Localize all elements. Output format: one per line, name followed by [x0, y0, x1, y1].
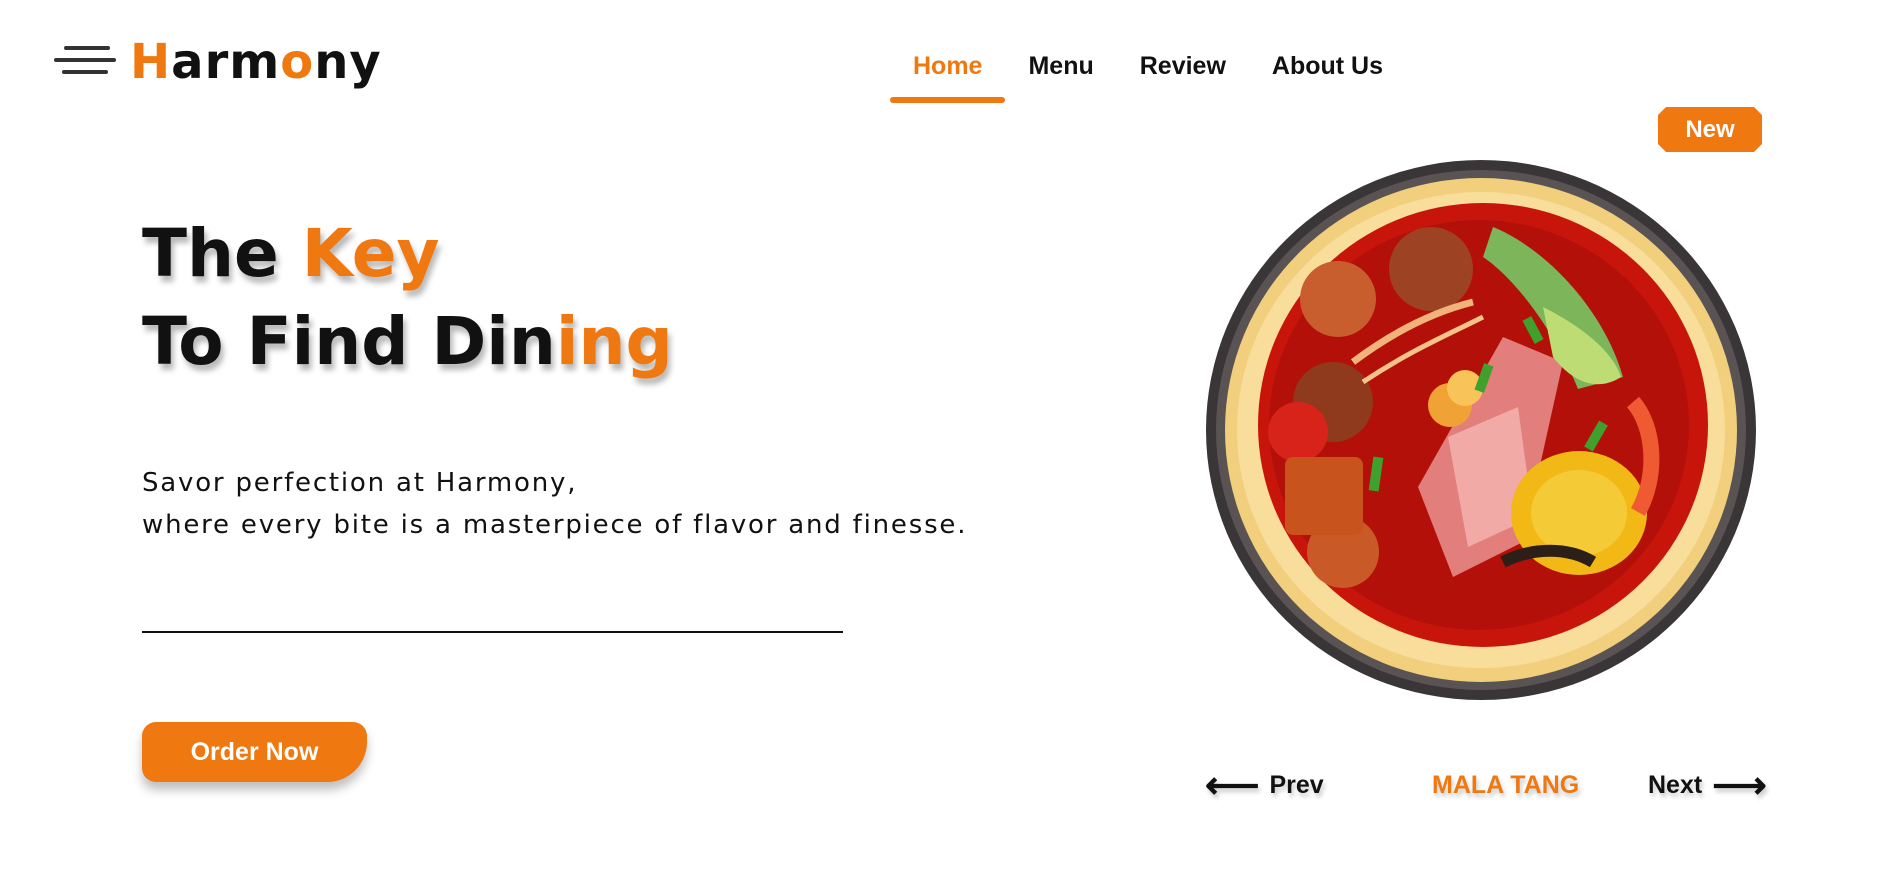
hamburger-line	[54, 58, 116, 62]
order-now-button[interactable]: Order Now	[142, 722, 367, 782]
brand-logo[interactable]: Harmony	[130, 34, 382, 90]
nav-review[interactable]: Review	[1117, 52, 1249, 103]
mala-tang-bowl-image	[1206, 160, 1756, 700]
nav-home[interactable]: Home	[890, 52, 1006, 103]
hero-title-text: The	[142, 215, 302, 292]
hero-title-accent: Key	[301, 215, 440, 292]
hero-title: The Key To Find Dining	[142, 210, 673, 386]
hero-title-accent: ing	[555, 303, 673, 380]
hero-title-text: To Find Din	[142, 303, 556, 380]
hero-divider	[142, 631, 843, 633]
hamburger-line	[62, 70, 108, 74]
logo-letters: arm	[171, 34, 281, 90]
nav-about-us[interactable]: About Us	[1249, 52, 1406, 103]
dish-name: MALA TANG	[1432, 771, 1580, 799]
hamburger-menu-icon[interactable]	[54, 46, 116, 80]
next-button[interactable]: Next ⟶	[1648, 764, 1767, 807]
hero-title-line2: To Find Dining	[142, 303, 673, 380]
nav-menu[interactable]: Menu	[1005, 52, 1116, 103]
next-label: Next	[1648, 771, 1703, 799]
hamburger-line	[64, 46, 110, 50]
hero-description-line: Savor perfection at Harmony,	[142, 468, 578, 498]
prev-button[interactable]: ⟵ Prev	[1205, 764, 1324, 807]
hero-title-line1: The Key	[142, 215, 440, 292]
arrow-left-icon: ⟵	[1205, 764, 1260, 807]
new-badge: New	[1658, 107, 1762, 152]
logo-letter: H	[130, 34, 172, 90]
hero-description: Savor perfection at Harmony, where every…	[142, 462, 967, 546]
logo-letter: o	[280, 34, 315, 90]
prev-label: Prev	[1269, 771, 1324, 799]
hero-description-line: where every bite is a masterpiece of fla…	[142, 510, 968, 540]
landing-page: Harmony Home Menu Review About Us The Ke…	[0, 0, 1902, 890]
main-nav: Home Menu Review About Us	[890, 52, 1406, 103]
logo-letters: ny	[314, 34, 382, 90]
arrow-right-icon: ⟶	[1712, 764, 1767, 807]
